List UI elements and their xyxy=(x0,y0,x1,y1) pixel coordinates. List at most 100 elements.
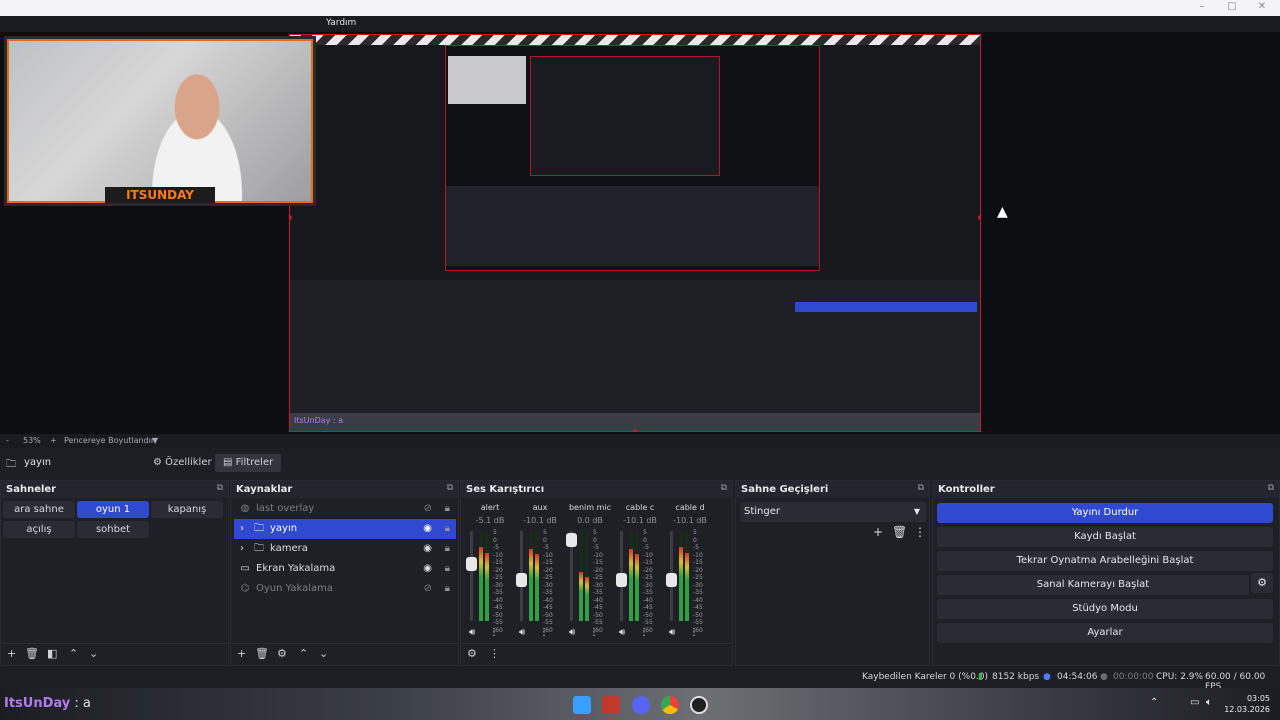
move-up-icon[interactable]: ⌃ xyxy=(299,647,308,660)
app-icon[interactable] xyxy=(602,696,620,714)
system-clock[interactable]: 03:05 12.03.2026 xyxy=(1224,693,1270,715)
start-icon[interactable] xyxy=(573,696,591,714)
scene-button[interactable]: açılış xyxy=(3,521,75,538)
gear-icon[interactable]: ⚙ xyxy=(277,647,287,660)
more-options-icon[interactable]: ⋮ xyxy=(489,647,500,660)
add-icon[interactable]: + xyxy=(7,647,16,660)
volume-slider[interactable] xyxy=(616,531,627,621)
settings-button[interactable]: Ayarlar xyxy=(937,623,1273,643)
eye-hidden-icon[interactable]: ⊘ xyxy=(424,499,432,519)
trash-icon[interactable]: 🗑 xyxy=(25,647,39,660)
more-options-icon[interactable]: ⋮ xyxy=(589,627,599,638)
zoom-out-button[interactable]: - xyxy=(6,436,9,445)
studio-mode-button[interactable]: Stüdyo Modu xyxy=(937,599,1273,619)
trash-icon[interactable]: 🗑 xyxy=(892,525,907,539)
minimize-icon[interactable]: – xyxy=(1191,1,1213,12)
menu-help[interactable]: Yardım xyxy=(326,18,356,28)
speaker-icon[interactable]: 🔊︎ xyxy=(619,627,625,638)
slider-handle[interactable] xyxy=(666,573,677,587)
speaker-icon[interactable]: 🔊︎ xyxy=(469,627,475,638)
resize-handle-right[interactable] xyxy=(978,215,980,220)
fit-to-window-label[interactable]: Pencereye Boyutlandır xyxy=(64,436,154,445)
stop-stream-button[interactable]: Yayını Durdur xyxy=(937,503,1273,523)
zoom-dropdown-icon[interactable]: ▼ xyxy=(152,436,158,445)
slider-handle[interactable] xyxy=(566,533,577,547)
advanced-audio-icon[interactable]: ⚙ xyxy=(467,647,477,660)
filters-button[interactable]: ▤ Filtreler xyxy=(215,454,282,472)
filter-icon[interactable]: ◧ xyxy=(47,647,57,660)
obs-icon[interactable] xyxy=(690,696,708,714)
folder-icon: 🗀 xyxy=(254,543,264,554)
more-options-icon[interactable]: ⋮ xyxy=(639,627,649,638)
scene-button-active[interactable]: oyun 1 xyxy=(77,501,149,518)
menu-bar: Yardım xyxy=(0,16,1280,32)
volume-slider[interactable] xyxy=(466,531,477,621)
virtual-camera-settings-icon[interactable]: ⚙ xyxy=(1251,573,1273,593)
expand-arrow-icon[interactable]: › xyxy=(240,539,244,559)
discord-icon[interactable] xyxy=(632,696,650,714)
scale-tick: -35 xyxy=(593,589,603,596)
scale-tick: -50 xyxy=(543,611,553,619)
move-down-icon[interactable]: ⌄ xyxy=(319,647,328,660)
add-icon[interactable]: + xyxy=(237,647,246,660)
nested-window xyxy=(530,56,720,176)
scene-button[interactable]: sohbet xyxy=(77,521,149,538)
virtual-camera-button[interactable]: Sanal Kamerayı Başlat xyxy=(937,575,1249,595)
network-icon[interactable]: ▭ xyxy=(1190,697,1199,708)
dock-float-icon[interactable]: ⧉ xyxy=(721,483,727,493)
source-row[interactable]: ⌬ Oyun Yakalama ⊘ 🔒︎ xyxy=(234,579,456,599)
eye-hidden-icon[interactable]: ⊘ xyxy=(424,579,432,599)
volume-slider[interactable] xyxy=(566,531,577,621)
expand-arrow-icon[interactable]: › xyxy=(240,519,244,539)
dock-float-icon[interactable]: ⧉ xyxy=(447,483,453,493)
more-options-icon[interactable]: ⋮ xyxy=(539,627,549,638)
move-down-icon[interactable]: ⌄ xyxy=(89,647,98,660)
scene-button[interactable]: kapanış xyxy=(151,501,223,518)
lock-icon[interactable]: 🔒︎ xyxy=(445,519,450,539)
transition-select[interactable]: Stinger ▼ xyxy=(740,502,926,522)
lock-icon[interactable]: 🔒︎ xyxy=(445,499,450,519)
source-row[interactable]: › 🗀 kamera ◉ 🔒︎ xyxy=(234,539,456,559)
lock-icon[interactable]: 🔒︎ xyxy=(445,579,450,599)
more-options-icon[interactable]: ⋮ xyxy=(914,525,926,539)
volume-slider[interactable] xyxy=(516,531,527,621)
resize-handle-bottom[interactable] xyxy=(633,429,638,431)
source-row[interactable]: ▭ Ekran Yakalama ◉ 🔒︎ xyxy=(234,559,456,579)
dock-float-icon[interactable]: ⧉ xyxy=(217,483,223,493)
slider-handle[interactable] xyxy=(616,573,627,587)
speaker-icon[interactable]: 🔊︎ xyxy=(519,627,525,638)
chrome-icon[interactable] xyxy=(661,696,679,714)
start-recording-button[interactable]: Kaydı Başlat xyxy=(937,527,1273,547)
scene-canvas[interactable]: ItsUnDay : a xyxy=(289,34,981,432)
slider-handle[interactable] xyxy=(516,573,527,587)
volume-slider[interactable] xyxy=(666,531,677,621)
move-up-icon[interactable]: ⌃ xyxy=(69,647,78,660)
dock-float-icon[interactable]: ⧉ xyxy=(918,483,924,493)
dock-float-icon[interactable]: ⧉ xyxy=(1268,483,1274,493)
eye-icon[interactable]: ◉ xyxy=(423,519,432,539)
more-options-icon[interactable]: ⋮ xyxy=(489,627,499,638)
volume-icon[interactable]: 🔈︎ xyxy=(1206,697,1212,708)
tray-chevron-icon[interactable]: ⌃ xyxy=(1150,697,1158,708)
source-row[interactable]: ◍ last overlay ⊘ 🔒︎ xyxy=(234,499,456,519)
preview-canvas[interactable]: ItsUnDay : a ITSUNDAY ▲ xyxy=(0,32,1280,434)
lock-icon[interactable]: 🔒︎ xyxy=(445,539,450,559)
scene-button[interactable]: ara sahne xyxy=(3,501,75,518)
speaker-icon[interactable]: 🔊︎ xyxy=(569,627,575,638)
properties-button[interactable]: ⚙ Özellikler xyxy=(145,454,220,472)
resize-handle-left[interactable] xyxy=(290,215,292,220)
maximize-icon[interactable]: □ xyxy=(1221,1,1243,12)
trash-icon[interactable]: 🗑 xyxy=(255,647,269,660)
add-icon[interactable]: + xyxy=(873,525,883,539)
speaker-icon[interactable]: 🔊︎ xyxy=(669,627,675,638)
replay-buffer-button[interactable]: Tekrar Oynatma Arabelleğini Başlat xyxy=(937,551,1273,571)
eye-icon[interactable]: ◉ xyxy=(423,559,432,579)
zoom-in-button[interactable]: + xyxy=(50,436,57,445)
source-row-selected[interactable]: › 🗀 yayın ◉ 🔒︎ xyxy=(234,519,456,539)
close-icon[interactable]: ✕ xyxy=(1251,1,1273,12)
scale-tick: -10 xyxy=(493,551,503,559)
lock-icon[interactable]: 🔒︎ xyxy=(445,559,450,579)
slider-handle[interactable] xyxy=(466,557,477,571)
more-options-icon[interactable]: ⋮ xyxy=(689,627,699,638)
eye-icon[interactable]: ◉ xyxy=(423,539,432,559)
